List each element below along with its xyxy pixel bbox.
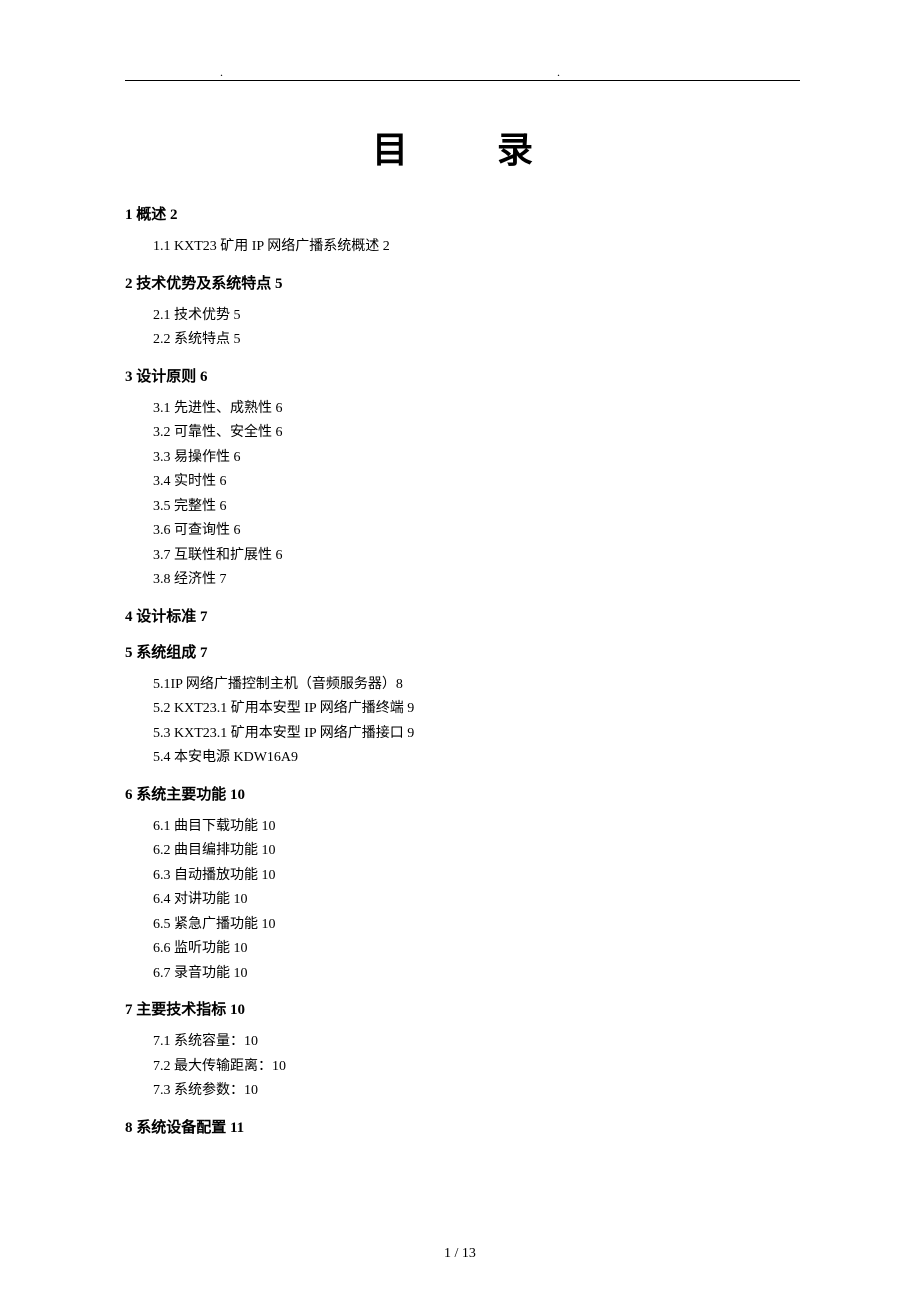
subsection-list: 6.1 曲目下载功能 106.2 曲目编排功能 106.3 自动播放功能 106… xyxy=(125,815,800,987)
subsection-item: 3.4 实时性 6 xyxy=(153,470,800,495)
subsection-item: 6.5 紧急广播功能 10 xyxy=(153,913,800,938)
header-rule xyxy=(125,80,800,81)
subsection-item: 3.7 互联性和扩展性 6 xyxy=(153,544,800,569)
toc-body: 1 概述 2 1.1 KXT23 矿用 IP 网络广播系统概述 2 2 技术优势及系… xyxy=(125,203,800,1140)
subsection-item: 3.6 可查询性 6 xyxy=(153,519,800,544)
subsection-list: 3.1 先进性、成熟性 63.2 可靠性、安全性 63.3 易操作性 63.4 … xyxy=(125,397,800,593)
section-heading: 5 系统组成 7 xyxy=(125,641,800,665)
section-heading: 4 设计标准 7 xyxy=(125,605,800,629)
subsection-item: 3.1 先进性、成熟性 6 xyxy=(153,397,800,422)
subsection-item: 6.7 录音功能 10 xyxy=(153,962,800,987)
subsection-item: 6.4 对讲功能 10 xyxy=(153,888,800,913)
subsection-list: 1.1 KXT23 矿用 IP 网络广播系统概述 2 xyxy=(125,235,800,260)
subsection-item: 7.1 系统容量：10 xyxy=(153,1030,800,1055)
page-footer: 1 / 13 xyxy=(0,1246,920,1262)
subsection-list: 5.1IP 网络广播控制主机（音频服务器）85.2 KXT23.1 矿用本安型 … xyxy=(125,673,800,771)
subsection-item: 6.3 自动播放功能 10 xyxy=(153,864,800,889)
subsection-item: 3.5 完整性 6 xyxy=(153,495,800,520)
subsection-list: 7.1 系统容量：107.2 最大传输距离：107.3 系统参数：10 xyxy=(125,1030,800,1104)
subsection-item: 6.6 监听功能 10 xyxy=(153,937,800,962)
subsection-item: 1.1 KXT23 矿用 IP 网络广播系统概述 2 xyxy=(153,235,800,260)
section-heading: 7 主要技术指标 10 xyxy=(125,998,800,1022)
section-heading: 6 系统主要功能 10 xyxy=(125,783,800,807)
section-heading: 2 技术优势及系统特点 5 xyxy=(125,272,800,296)
subsection-item: 6.2 曲目编排功能 10 xyxy=(153,839,800,864)
subsection-item: 6.1 曲目下载功能 10 xyxy=(153,815,800,840)
section-heading: 8 系统设备配置 11 xyxy=(125,1116,800,1140)
subsection-item: 5.1IP 网络广播控制主机（音频服务器）8 xyxy=(153,673,800,698)
subsection-item: 5.2 KXT23.1 矿用本安型 IP 网络广播终端 9 xyxy=(153,697,800,722)
subsection-item: 2.1 技术优势 5 xyxy=(153,304,800,329)
subsection-item: 7.3 系统参数：10 xyxy=(153,1079,800,1104)
subsection-list: 2.1 技术优势 52.2 系统特点 5 xyxy=(125,304,800,353)
section-heading: 1 概述 2 xyxy=(125,203,800,227)
subsection-item: 5.4 本安电源 KDW16A9 xyxy=(153,746,800,771)
section-heading: 3 设计原则 6 xyxy=(125,365,800,389)
page-content: 目 录 1 概述 2 1.1 KXT23 矿用 IP 网络广播系统概述 2 2 技术… xyxy=(0,0,920,1188)
subsection-item: 2.2 系统特点 5 xyxy=(153,328,800,353)
subsection-item: 5.3 KXT23.1 矿用本安型 IP 网络广播接口 9 xyxy=(153,722,800,747)
subsection-item: 3.8 经济性 7 xyxy=(153,568,800,593)
toc-title: 目 录 xyxy=(145,121,800,173)
subsection-item: 7.2 最大传输距离：10 xyxy=(153,1055,800,1080)
subsection-item: 3.3 易操作性 6 xyxy=(153,446,800,471)
subsection-item: 3.2 可靠性、安全性 6 xyxy=(153,421,800,446)
